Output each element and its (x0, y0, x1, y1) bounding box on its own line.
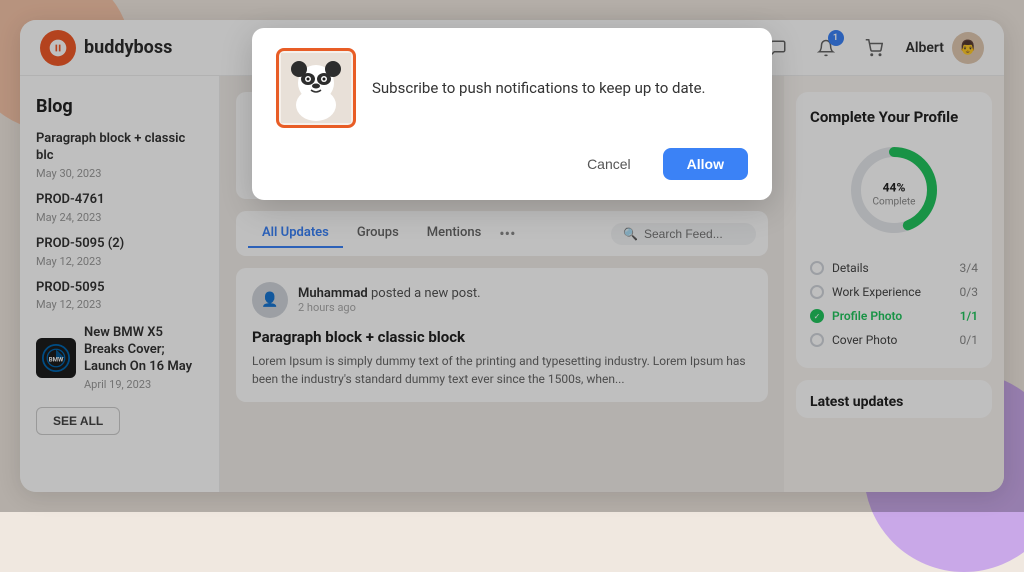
panda-image (276, 48, 356, 128)
allow-button[interactable]: Allow (663, 148, 748, 180)
dialog-overlay: Subscribe to push notifications to keep … (0, 0, 1024, 512)
push-dialog-actions: Cancel Allow (276, 148, 748, 180)
push-notification-dialog: Subscribe to push notifications to keep … (252, 28, 772, 200)
push-dialog-content: Subscribe to push notifications to keep … (276, 48, 748, 128)
push-dialog-text: Subscribe to push notifications to keep … (372, 78, 705, 99)
cancel-button[interactable]: Cancel (567, 148, 651, 180)
